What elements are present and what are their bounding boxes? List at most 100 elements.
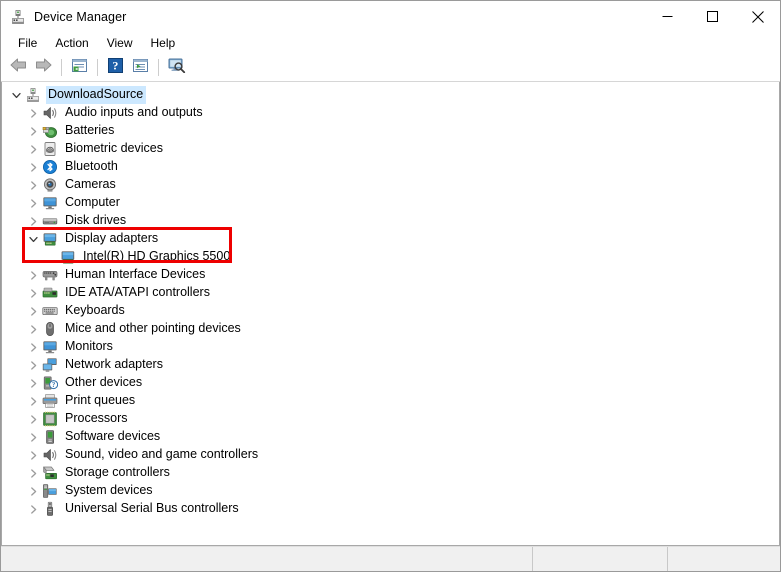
chevron-right-icon[interactable] — [25, 267, 41, 283]
minimize-button[interactable] — [645, 1, 690, 32]
tree-item-biometric-devices[interactable]: Biometric devices — [2, 140, 779, 158]
svg-text:?: ? — [51, 382, 54, 389]
tree-item-label: Batteries — [65, 123, 115, 137]
tree-item-universal-serial-bus-controllers[interactable]: Universal Serial Bus controllers — [2, 500, 779, 518]
disk-drive-icon — [41, 213, 58, 229]
tree-item-label: Disk drives — [65, 213, 127, 227]
tree-item-label: Processors — [65, 411, 128, 425]
other-device-icon: ? — [41, 375, 58, 391]
tree-item-label: Print queues — [65, 393, 136, 407]
tree-item-label: Computer — [65, 195, 120, 209]
menu-help[interactable]: Help — [142, 34, 185, 53]
tree-item-label: Mice and other pointing devices — [65, 321, 241, 335]
tree-item-storage-controllers[interactable]: Storage controllers — [2, 464, 779, 482]
chevron-right-icon[interactable] — [25, 375, 41, 391]
mouse-icon — [41, 321, 58, 337]
tree-item-label: Software devices — [65, 429, 161, 443]
tree-root-node[interactable]: DownloadSource — [2, 86, 779, 104]
chevron-right-icon[interactable] — [25, 393, 41, 409]
tree-item-human-interface-devices[interactable]: Human Interface Devices — [2, 266, 779, 284]
tree-item-monitors[interactable]: Monitors — [2, 338, 779, 356]
chevron-right-icon[interactable] — [25, 429, 41, 445]
statusbar-main-pane — [1, 547, 533, 571]
chevron-down-icon[interactable] — [8, 87, 24, 103]
chevron-down-icon[interactable] — [25, 231, 41, 247]
tree-item-label: Keyboards — [65, 303, 125, 317]
tree-item-bluetooth[interactable]: Bluetooth — [2, 158, 779, 176]
help-button[interactable]: ? — [103, 56, 127, 79]
chevron-right-icon[interactable] — [25, 141, 41, 157]
tree-item-other-devices[interactable]: ? Other devices — [2, 374, 779, 392]
tree-item-ide-ata-atapi-controllers[interactable]: IDE ATA/ATAPI controllers — [2, 284, 779, 302]
tree-item-network-adapters[interactable]: Network adapters — [2, 356, 779, 374]
chevron-right-icon[interactable] — [25, 411, 41, 427]
tree-item-intel-hd-graphics-5500[interactable]: Intel(R) HD Graphics 5500 — [2, 248, 779, 266]
maximize-button[interactable] — [690, 1, 735, 32]
tree-item-label: Universal Serial Bus controllers — [65, 501, 239, 515]
forward-arrow-icon — [34, 57, 53, 78]
display-adapter-icon — [41, 231, 58, 247]
console-tree-icon — [132, 58, 149, 78]
tree-item-cameras[interactable]: Cameras — [2, 176, 779, 194]
tree-item-display-adapters[interactable]: Display adapters — [2, 230, 779, 248]
menu-action[interactable]: Action — [46, 34, 97, 53]
chevron-right-icon[interactable] — [25, 303, 41, 319]
device-tree-pane[interactable]: DownloadSource Audio inputs and outputs — [1, 82, 780, 546]
tree-item-print-queues[interactable]: Print queues — [2, 392, 779, 410]
tree-item-label: Display adapters — [65, 231, 159, 245]
toolbar-separator — [97, 59, 98, 76]
chevron-right-icon[interactable] — [25, 213, 41, 229]
back-button[interactable] — [6, 56, 30, 79]
chevron-right-icon[interactable] — [25, 195, 41, 211]
chevron-right-icon[interactable] — [25, 285, 41, 301]
tree-item-sound-video-and-game-controllers[interactable]: Sound, video and game controllers — [2, 446, 779, 464]
chevron-right-icon[interactable] — [25, 483, 41, 499]
window-controls — [645, 1, 780, 32]
toolbar: ? — [1, 54, 780, 82]
menubar: File Action View Help — [1, 32, 780, 54]
tree-item-label: Cameras — [65, 177, 116, 191]
chevron-right-icon[interactable] — [25, 357, 41, 373]
chevron-right-icon[interactable] — [25, 501, 41, 517]
tree-item-disk-drives[interactable]: Disk drives — [2, 212, 779, 230]
tree-item-system-devices[interactable]: System devices — [2, 482, 779, 500]
forward-button[interactable] — [31, 56, 55, 79]
tree-item-label: Audio inputs and outputs — [65, 105, 203, 119]
show-hide-console-tree-button[interactable] — [128, 56, 152, 79]
tree-item-software-devices[interactable]: Software devices — [2, 428, 779, 446]
tree-item-batteries[interactable]: Batteries — [2, 122, 779, 140]
chevron-right-icon[interactable] — [25, 123, 41, 139]
tree-item-label: Sound, video and game controllers — [65, 447, 259, 461]
tree-item-keyboards[interactable]: Keyboards — [2, 302, 779, 320]
statusbar-second-pane — [533, 547, 668, 571]
toolbar-separator — [61, 59, 62, 76]
chevron-right-icon[interactable] — [25, 177, 41, 193]
camera-icon — [41, 177, 58, 193]
chevron-right-icon[interactable] — [25, 105, 41, 121]
menu-file[interactable]: File — [9, 34, 46, 53]
tree-item-computer[interactable]: Computer — [2, 194, 779, 212]
tree-item-mice-and-other-pointing-devices[interactable]: Mice and other pointing devices — [2, 320, 779, 338]
help-question-icon: ? — [107, 57, 123, 78]
device-manager-window: Device Manager File Action View Help ? D… — [0, 0, 781, 572]
close-button[interactable] — [735, 1, 780, 32]
hid-icon — [41, 267, 58, 283]
chevron-right-icon[interactable] — [25, 321, 41, 337]
properties-button[interactable] — [67, 56, 91, 79]
chevron-right-icon[interactable] — [25, 339, 41, 355]
chevron-right-icon[interactable] — [25, 447, 41, 463]
software-device-icon — [41, 429, 58, 445]
tree-item-label: Network adapters — [65, 357, 163, 371]
chevron-right-icon[interactable] — [25, 159, 41, 175]
menu-view[interactable]: View — [98, 34, 142, 53]
keyboard-icon — [41, 303, 58, 319]
scan-hardware-changes-button[interactable] — [164, 56, 188, 79]
scan-hardware-icon — [167, 57, 186, 78]
tree-item-processors[interactable]: Processors — [2, 410, 779, 428]
speaker-icon — [41, 105, 58, 121]
chevron-right-icon[interactable] — [25, 465, 41, 481]
processor-icon — [41, 411, 58, 427]
printer-icon — [41, 393, 58, 409]
tree-item-audio-inputs-and-outputs[interactable]: Audio inputs and outputs — [2, 104, 779, 122]
statusbar — [1, 546, 780, 571]
